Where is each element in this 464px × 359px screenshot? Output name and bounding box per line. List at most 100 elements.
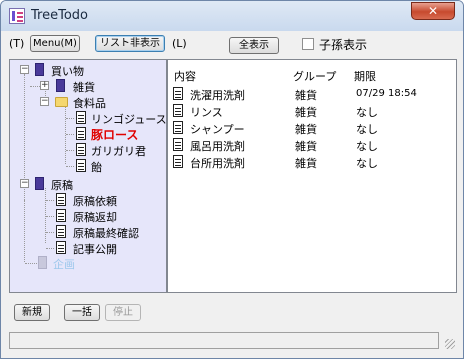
- row-content: 台所用洗剤: [190, 157, 245, 170]
- column-header-group[interactable]: グループ: [293, 68, 336, 84]
- tree-node-label: 原稿最終確認: [73, 227, 139, 240]
- document-icon: [76, 127, 86, 140]
- document-icon: [56, 241, 66, 254]
- column-header-due[interactable]: 期限: [354, 68, 376, 84]
- tree-guide-line: [46, 200, 54, 201]
- tree-node-label: 食料品: [73, 97, 106, 110]
- close-button[interactable]: ✕: [411, 2, 455, 20]
- child-display-label: 子孫表示: [319, 38, 368, 52]
- tree-node-label: リンゴジュース: [91, 113, 167, 126]
- tree-node-goods[interactable]: + 雑貨: [10, 78, 160, 94]
- tree-node-label: 原稿: [51, 179, 73, 192]
- tree-guide-line: [30, 86, 40, 87]
- tree-guide-line: [46, 216, 54, 217]
- document-icon: [56, 193, 66, 206]
- app-icon: [9, 8, 25, 24]
- tree-node-item[interactable]: 原稿最終確認: [10, 224, 166, 240]
- window-title: TreeTodo: [31, 8, 88, 23]
- toolbar: (T) Menu(M) リスト非表示 (L) 全表示 子孫表示: [6, 32, 458, 60]
- child-display-checkbox[interactable]: [302, 38, 314, 50]
- row-due: なし: [356, 106, 378, 119]
- list-row[interactable]: リンス 雑貨 なし: [173, 103, 453, 120]
- tree-node-item[interactable]: 原稿依頼: [10, 192, 166, 208]
- collapse-icon[interactable]: −: [40, 97, 49, 106]
- tree-guide-line: [46, 248, 54, 249]
- app-window: TreeTodo ✕ (T) Menu(M) リスト非表示 (L) 全表示 子孫…: [0, 0, 464, 359]
- status-text: [9, 332, 439, 349]
- row-group: 雑貨: [295, 157, 317, 170]
- document-icon: [56, 225, 66, 238]
- row-content: 風呂用洗剤: [190, 140, 245, 153]
- tree-shortcut-label: (T): [9, 37, 25, 50]
- tree-node-label: ガリガリ君: [91, 145, 146, 158]
- document-icon: [173, 138, 183, 151]
- tree-guide-line: [66, 166, 74, 167]
- batch-button[interactable]: 一括: [64, 304, 100, 321]
- row-due: なし: [356, 157, 378, 170]
- tree-guide-line: [66, 150, 74, 151]
- resize-grip-icon[interactable]: [445, 339, 455, 349]
- column-header-content[interactable]: 内容: [174, 68, 196, 84]
- tree-node-manuscript[interactable]: − 原稿: [10, 176, 160, 192]
- document-icon: [76, 143, 86, 156]
- tree-node-item[interactable]: 原稿返却: [10, 208, 166, 224]
- book-icon: [35, 177, 44, 190]
- list-shortcut-label: (L): [172, 37, 187, 50]
- document-icon: [76, 111, 86, 124]
- tree-node-item[interactable]: リンゴジュース: [10, 110, 166, 126]
- row-group: 雑貨: [295, 89, 317, 102]
- document-icon: [173, 87, 183, 100]
- tree-node-label: 雑貨: [73, 81, 95, 94]
- expand-icon[interactable]: +: [40, 81, 49, 90]
- row-due: なし: [356, 123, 378, 136]
- row-due: なし: [356, 140, 378, 153]
- row-group: 雑貨: [295, 123, 317, 136]
- bottom-bar: 新規 一括 停止: [9, 297, 457, 325]
- show-all-button[interactable]: 全表示: [229, 37, 279, 54]
- document-icon: [173, 121, 183, 134]
- tree-guide-line: [46, 232, 54, 233]
- tree-node-shopping[interactable]: − 買い物: [10, 62, 160, 78]
- tree-node-label-dimmed: 企画: [53, 258, 75, 271]
- tree-node-label: 買い物: [51, 65, 84, 78]
- list-hide-button[interactable]: リスト非表示: [95, 35, 165, 52]
- title-bar: TreeTodo ✕: [1, 1, 463, 31]
- tree-node-item[interactable]: 飴: [10, 158, 166, 174]
- tree-node-label: 原稿依頼: [73, 195, 117, 208]
- tree-node-planning[interactable]: 企画: [10, 255, 160, 271]
- row-group: 雑貨: [295, 140, 317, 153]
- book-icon: [56, 79, 65, 92]
- menu-button[interactable]: Menu(M): [30, 35, 80, 52]
- list-row[interactable]: 風呂用洗剤 雑貨 なし: [173, 137, 453, 154]
- stop-button-disabled: 停止: [105, 304, 141, 321]
- book-icon: [38, 256, 47, 269]
- todo-list-pane[interactable]: 内容 グループ 期限 洗濯用洗剤 雑貨 07/29 18:54 リンス 雑貨 な…: [167, 59, 457, 293]
- tree-pane[interactable]: − 買い物 + 雑貨 − 食料品 リンゴジュース 豚ロース ガリガリ君 飴 − …: [9, 59, 167, 293]
- row-content: リンス: [190, 106, 223, 119]
- tree-node-item[interactable]: ガリガリ君: [10, 142, 166, 158]
- document-icon: [76, 159, 86, 172]
- row-group: 雑貨: [295, 106, 317, 119]
- tree-node-label: 原稿返却: [73, 211, 117, 224]
- tree-node-label: 飴: [91, 161, 102, 174]
- new-button[interactable]: 新規: [14, 304, 50, 321]
- tree-node-item[interactable]: 豚ロース: [10, 126, 166, 142]
- list-row[interactable]: シャンプー 雑貨 なし: [173, 120, 453, 137]
- tree-guide-line: [66, 118, 74, 119]
- collapse-icon[interactable]: −: [20, 65, 29, 74]
- tree-node-item[interactable]: 記事公開: [10, 240, 166, 256]
- collapse-icon[interactable]: −: [20, 179, 29, 188]
- tree-node-food[interactable]: − 食料品: [10, 94, 160, 110]
- list-row[interactable]: 洗濯用洗剤 雑貨 07/29 18:54: [173, 86, 453, 103]
- tree-guide-line: [25, 263, 37, 264]
- row-content: 洗濯用洗剤: [190, 89, 245, 102]
- book-icon: [35, 63, 44, 76]
- document-icon: [173, 104, 183, 117]
- row-due: 07/29 18:54: [356, 88, 417, 99]
- list-row[interactable]: 台所用洗剤 雑貨 なし: [173, 154, 453, 171]
- folder-icon: [55, 97, 68, 107]
- row-content: シャンプー: [190, 123, 245, 136]
- document-icon: [56, 209, 66, 222]
- tree-guide-line: [66, 134, 74, 135]
- status-bar: [9, 332, 457, 351]
